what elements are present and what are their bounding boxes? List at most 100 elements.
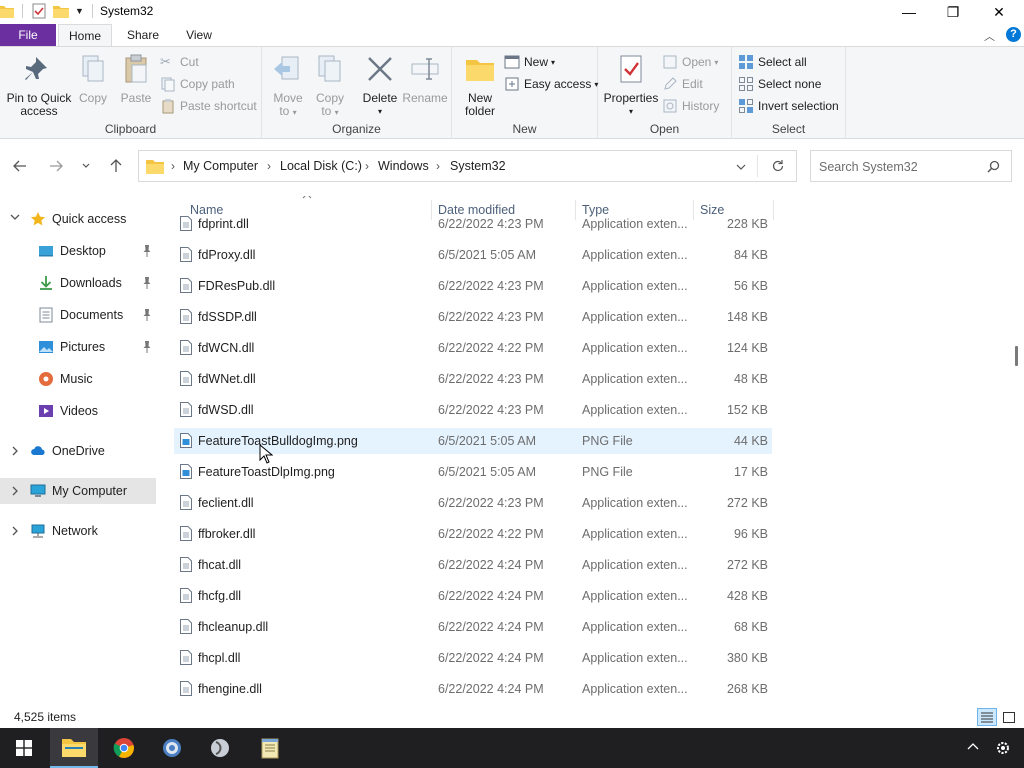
- recent-locations-button[interactable]: [74, 155, 98, 177]
- help-icon[interactable]: ?: [1006, 27, 1021, 42]
- qat-dropdown-icon[interactable]: ▼: [75, 6, 84, 16]
- search-box[interactable]: [810, 150, 1012, 182]
- start-button[interactable]: [0, 728, 48, 768]
- scrollbar-thumb[interactable]: [1015, 346, 1018, 366]
- table-row[interactable]: fhcpl.dll 6/22/2022 4:24 PM Application ex…: [174, 645, 772, 671]
- pin-to-quick-access-button[interactable]: Pin to Quick access: [6, 53, 72, 118]
- collapse-ribbon-icon[interactable]: ︿: [984, 28, 995, 44]
- paste-shortcut-button[interactable]: Paste shortcut: [160, 96, 257, 116]
- new-item-button[interactable]: New ▾: [504, 52, 555, 72]
- pin-icon[interactable]: [142, 309, 152, 321]
- paste-button[interactable]: Paste: [116, 53, 156, 105]
- file-type: Application exten...: [582, 310, 688, 324]
- table-row[interactable]: FDResPub.dll 6/22/2022 4:23 PM Application…: [174, 273, 772, 299]
- new-folder-qat-icon[interactable]: [53, 4, 71, 18]
- breadcrumb-separator-icon[interactable]: ›: [171, 159, 175, 173]
- open-button[interactable]: Open ▾: [662, 52, 718, 72]
- table-row[interactable]: fdWNet.dll 6/22/2022 4:23 PM Application e…: [174, 366, 772, 392]
- up-button[interactable]: [104, 155, 128, 177]
- details-view-button[interactable]: [977, 708, 997, 726]
- nav-pictures[interactable]: Pictures: [0, 334, 156, 360]
- chevron-right-icon[interactable]: [10, 486, 20, 499]
- copy-to-button[interactable]: Copy to ▾: [310, 53, 350, 119]
- table-row[interactable]: fdprint.dll 6/22/2022 4:23 PM Application …: [174, 211, 772, 237]
- select-none-button[interactable]: Select none: [738, 74, 821, 94]
- tab-home[interactable]: Home: [58, 24, 112, 47]
- nav-downloads[interactable]: Downloads: [0, 270, 156, 296]
- breadcrumb-my-computer[interactable]: My Computer: [183, 159, 258, 173]
- taskbar-notepad[interactable]: [246, 728, 294, 768]
- address-history-chevron-icon[interactable]: [735, 162, 747, 172]
- forward-button[interactable]: [44, 155, 68, 177]
- vertical-scrollbar[interactable]: [1012, 196, 1024, 706]
- nav-my-computer[interactable]: My Computer: [0, 478, 156, 504]
- table-row[interactable]: fdWCN.dll 6/22/2022 4:22 PM Application ex…: [174, 335, 772, 361]
- new-folder-button[interactable]: New folder: [458, 53, 502, 118]
- nav-downloads-label: Downloads: [60, 276, 122, 290]
- nav-videos[interactable]: Videos: [0, 398, 156, 424]
- table-row[interactable]: ffbroker.dll 6/22/2022 4:22 PM Application…: [174, 521, 772, 547]
- refresh-icon[interactable]: [771, 159, 785, 173]
- search-input[interactable]: [819, 158, 984, 176]
- pin-icon[interactable]: [142, 245, 152, 257]
- cut-button[interactable]: ✂ Cut: [160, 52, 199, 72]
- breadcrumb-separator-icon[interactable]: ›: [436, 159, 440, 173]
- tab-file[interactable]: File: [0, 24, 56, 47]
- tab-view[interactable]: View: [176, 24, 222, 47]
- close-button[interactable]: ✕: [976, 0, 1022, 24]
- taskbar-settings-gear-icon[interactable]: [994, 739, 1012, 760]
- rename-button[interactable]: Rename: [402, 53, 448, 105]
- table-row[interactable]: feclient.dll 6/22/2022 4:23 PM Application…: [174, 490, 772, 516]
- breadcrumb-separator-icon[interactable]: ›: [365, 159, 369, 173]
- taskbar-chrome[interactable]: [100, 728, 148, 768]
- breadcrumb-windows[interactable]: Windows: [378, 159, 429, 173]
- maximize-button[interactable]: ❐: [930, 0, 976, 24]
- invert-selection-button[interactable]: Invert selection: [738, 96, 839, 116]
- breadcrumb-separator-icon[interactable]: ›: [267, 159, 271, 173]
- large-icons-view-button[interactable]: [999, 708, 1019, 726]
- properties-button[interactable]: Properties ▾: [602, 53, 660, 118]
- properties-qat-icon[interactable]: [31, 3, 47, 19]
- show-hidden-icons-chevron-icon[interactable]: [966, 740, 980, 757]
- history-button[interactable]: History: [662, 96, 719, 116]
- pin-icon[interactable]: [142, 341, 152, 353]
- table-row[interactable]: fdWSD.dll 6/22/2022 4:23 PM Application ex…: [174, 397, 772, 423]
- history-label: History: [682, 99, 720, 113]
- nav-desktop[interactable]: Desktop: [0, 238, 156, 264]
- table-row[interactable]: FeatureToastBulldogImg.png 6/5/2021 5:05 …: [174, 428, 772, 454]
- nav-documents[interactable]: Documents: [0, 302, 156, 328]
- tab-share[interactable]: Share: [118, 24, 168, 47]
- taskbar-app[interactable]: [196, 728, 244, 768]
- delete-button[interactable]: Delete ▾: [354, 53, 406, 118]
- nav-music[interactable]: Music: [0, 366, 156, 392]
- table-row[interactable]: fhcat.dll 6/22/2022 4:24 PM Application ex…: [174, 552, 772, 578]
- pin-icon[interactable]: [142, 277, 152, 289]
- file-size: 84 KB: [733, 248, 768, 262]
- breadcrumb-local-disk[interactable]: Local Disk (C:): [280, 159, 362, 173]
- file-name: fdProxy.dll: [198, 248, 256, 262]
- copy-button[interactable]: Copy: [74, 53, 112, 105]
- search-icon[interactable]: [987, 160, 1000, 173]
- move-to-button[interactable]: Move to ▾: [268, 53, 308, 119]
- breadcrumb-system32[interactable]: System32: [450, 159, 506, 173]
- nav-network[interactable]: Network: [0, 518, 156, 544]
- nav-quick-access[interactable]: Quick access: [0, 206, 156, 232]
- table-row[interactable]: fdProxy.dll 6/5/2021 5:05 AM Application e…: [174, 242, 772, 268]
- select-none-icon: [739, 77, 753, 91]
- table-row[interactable]: fhcfg.dll 6/22/2022 4:24 PM Application ex…: [174, 583, 772, 609]
- select-all-button[interactable]: Select all: [738, 52, 807, 72]
- easy-access-button[interactable]: Easy access ▾: [504, 74, 598, 94]
- table-row[interactable]: fhengine.dll 6/22/2022 4:24 PM Application…: [174, 676, 772, 702]
- minimize-button[interactable]: —: [886, 0, 932, 24]
- taskbar-file-explorer[interactable]: [50, 728, 98, 768]
- nav-onedrive[interactable]: OneDrive: [0, 438, 156, 464]
- back-button[interactable]: [8, 155, 32, 177]
- file-date-modified: 6/22/2022 4:23 PM: [438, 496, 544, 510]
- address-bar[interactable]: › My Computer › Local Disk (C:) › Window…: [138, 150, 797, 182]
- table-row[interactable]: fhcleanup.dll 6/22/2022 4:24 PM Applicatio…: [174, 614, 772, 640]
- table-row[interactable]: FeatureToastDlpImg.png 6/5/2021 5:05 AM PN…: [174, 459, 772, 485]
- copy-path-button[interactable]: Copy path: [160, 74, 235, 94]
- table-row[interactable]: fdSSDP.dll 6/22/2022 4:23 PM Application e…: [174, 304, 772, 330]
- edit-button[interactable]: Edit: [662, 74, 703, 94]
- taskbar-settings-app[interactable]: [148, 728, 196, 768]
